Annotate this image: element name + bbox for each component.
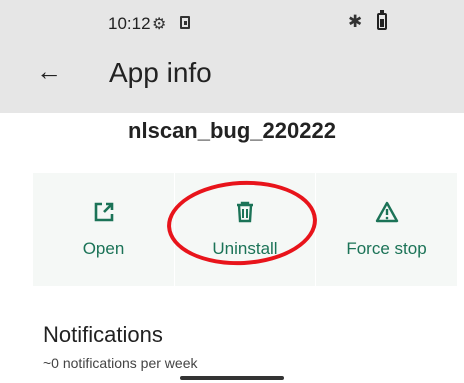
status-time: 10:12 <box>108 14 151 33</box>
warning-icon <box>316 201 457 229</box>
notifications-title[interactable]: Notifications <box>43 322 163 348</box>
open-external-icon <box>33 201 174 229</box>
gesture-nav-bar[interactable] <box>180 376 284 380</box>
bluetooth-icon: ✱ <box>348 12 363 31</box>
battery-icon <box>377 10 387 30</box>
force-stop-label: Force stop <box>346 239 427 258</box>
battery-level <box>380 19 384 27</box>
open-label: Open <box>82 239 125 258</box>
back-arrow-icon[interactable]: ← <box>36 56 62 87</box>
page-title: App info <box>109 57 212 88</box>
status-bar: 10:12 ⚙ ✱ <box>0 0 464 48</box>
force-stop-button[interactable]: Force stop <box>316 173 457 286</box>
app-name: nlscan_bug_220222 <box>128 118 336 143</box>
open-button[interactable]: Open <box>33 173 174 286</box>
sim-card-icon <box>180 16 190 29</box>
app-bar: 10:12 ⚙ ✱ ← App info <box>0 0 464 113</box>
notifications-subtitle: ~0 notifications per week <box>43 355 198 371</box>
gear-icon: ⚙ <box>152 16 167 33</box>
